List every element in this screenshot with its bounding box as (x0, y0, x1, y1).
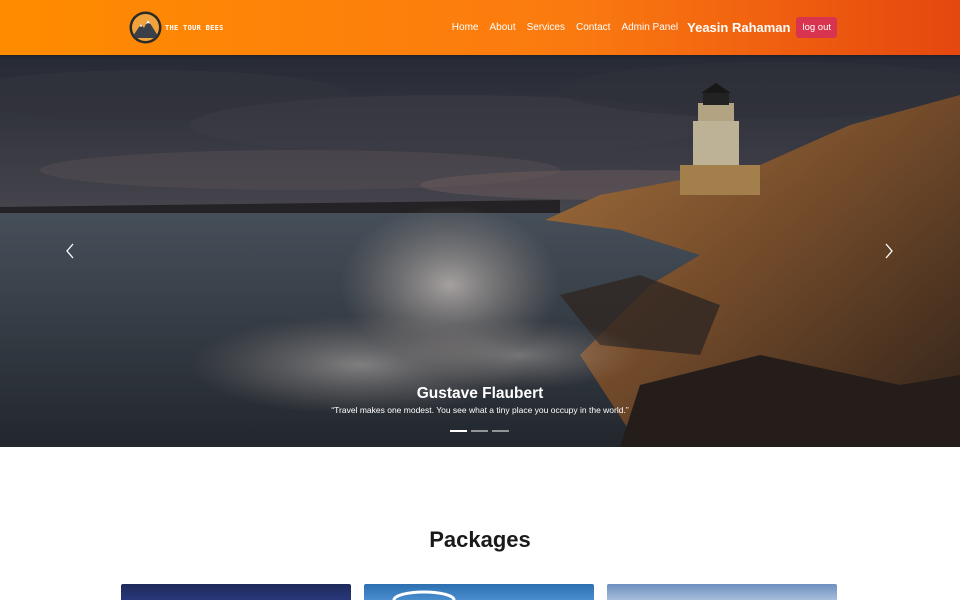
nav-link-home[interactable]: Home (452, 22, 479, 33)
nav-link-services[interactable]: Services (527, 22, 565, 33)
carousel-indicator[interactable] (450, 430, 467, 432)
packages-title: Packages (429, 527, 531, 552)
brand-name: THE TOUR BEES (165, 23, 224, 32)
package-card[interactable] (121, 584, 351, 600)
carousel-indicator[interactable] (471, 430, 488, 432)
user-name: Yeasin Rahaman (687, 20, 791, 35)
package-card[interactable] (607, 584, 837, 600)
main-nav: Home About Services Contact Admin Panel … (441, 17, 837, 38)
package-card[interactable] (364, 584, 594, 600)
mountain-logo-icon (129, 11, 162, 44)
chevron-right-icon (885, 243, 893, 259)
hero-carousel: Gustave Flaubert “Travel makes one modes… (0, 55, 960, 447)
chevron-left-icon (66, 243, 74, 259)
package-card-image (392, 590, 456, 600)
caption-quote: “Travel makes one modest. You see what a… (331, 405, 629, 415)
carousel-indicator[interactable] (492, 430, 509, 432)
nav-link-admin-panel[interactable]: Admin Panel (621, 22, 678, 33)
navbar: THE TOUR BEES Home About Services Contac… (0, 0, 960, 55)
carousel-prev-button[interactable] (60, 241, 80, 261)
logout-button[interactable]: log out (796, 17, 837, 38)
nav-link-about[interactable]: About (489, 22, 515, 33)
brand[interactable]: THE TOUR BEES (129, 11, 224, 44)
nav-link-contact[interactable]: Contact (576, 22, 610, 33)
caption-title: Gustave Flaubert (416, 385, 544, 402)
carousel-indicators (450, 430, 509, 432)
carousel-next-button[interactable] (879, 241, 899, 261)
